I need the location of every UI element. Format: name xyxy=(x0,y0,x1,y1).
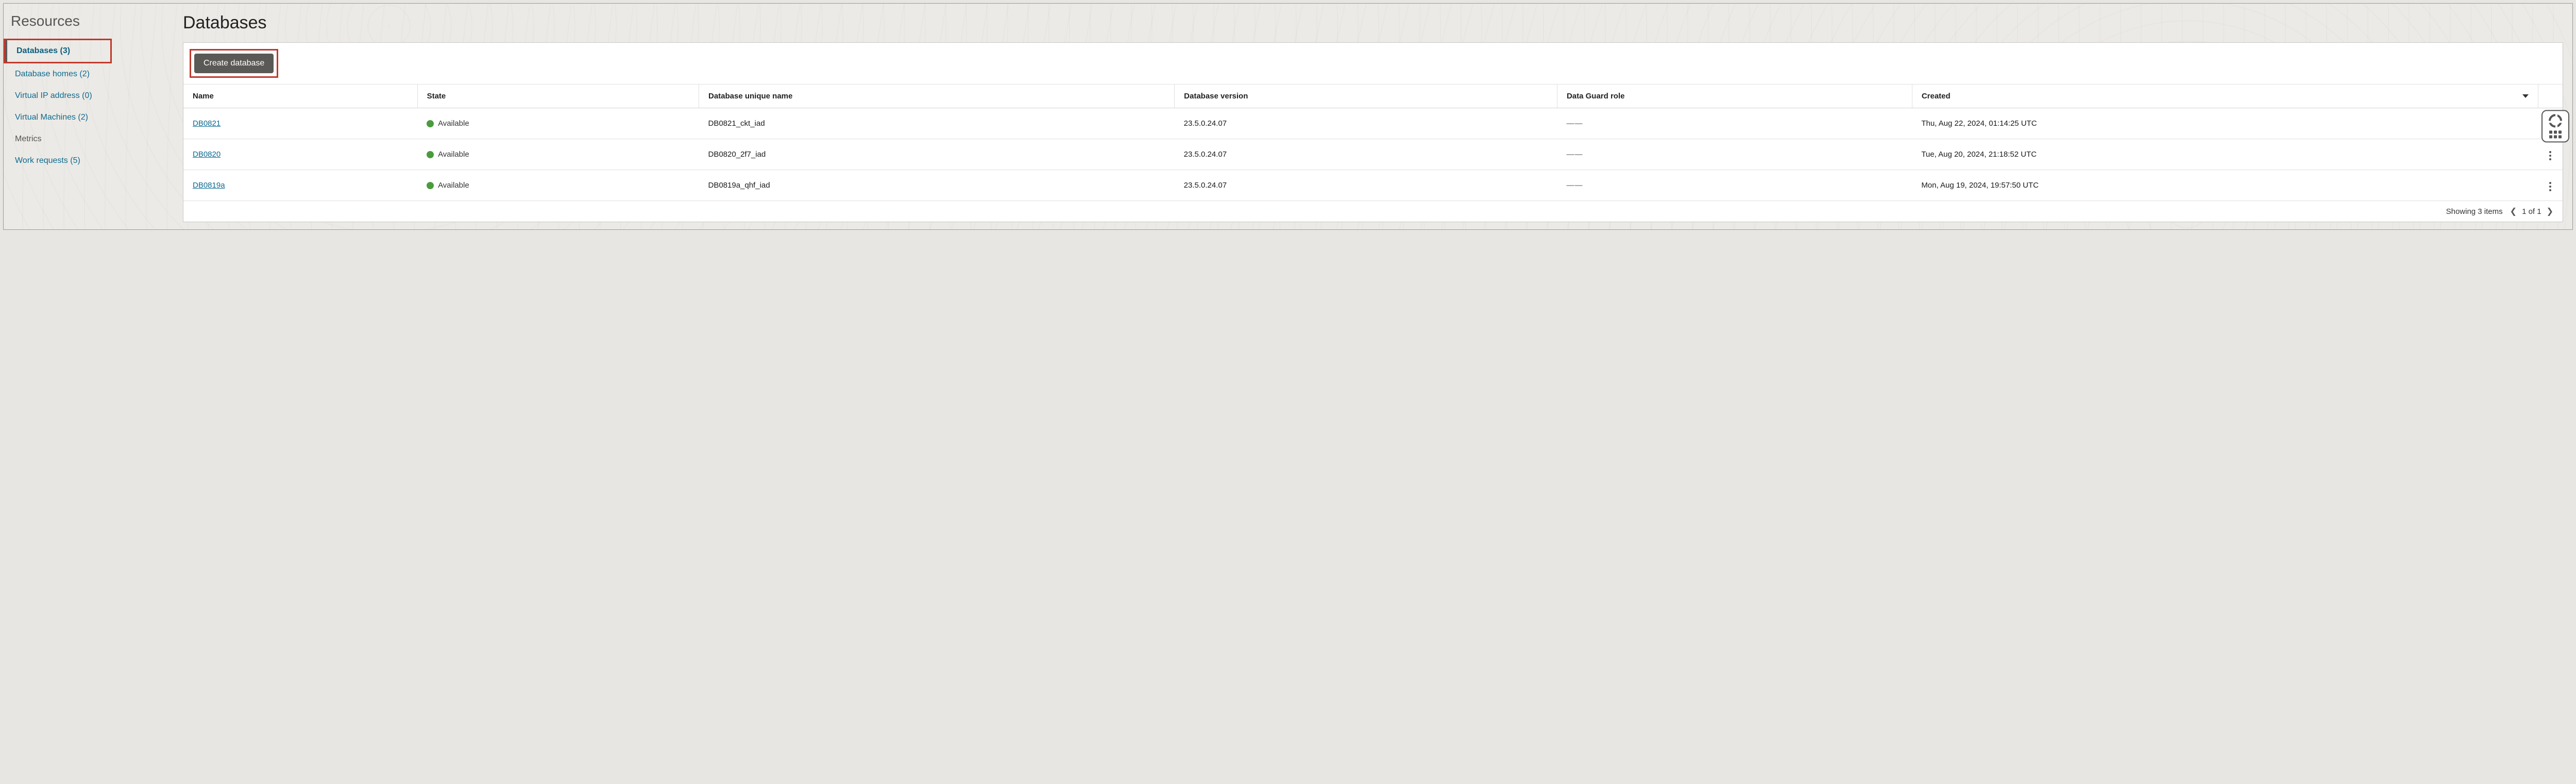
sidebar-item-0[interactable]: Databases (3) xyxy=(5,40,110,62)
apps-grid-icon xyxy=(2549,130,2562,138)
dg-role-cell: —— xyxy=(1557,170,1912,201)
created-cell: Mon, Aug 19, 2024, 19:57:50 UTC xyxy=(1912,170,2538,201)
databases-table: Name State Database unique name Database… xyxy=(183,84,2563,201)
sort-desc-icon xyxy=(2522,94,2529,98)
next-page-button[interactable]: ❯ xyxy=(2547,206,2553,216)
databases-panel: Create database Name State Database uniq… xyxy=(183,42,2563,222)
col-dg-role[interactable]: Data Guard role xyxy=(1557,85,1912,108)
sidebar-item-5[interactable]: Work requests (5) xyxy=(4,150,168,172)
page-title: Databases xyxy=(183,13,2563,33)
state-label: Available xyxy=(438,181,469,190)
col-state[interactable]: State xyxy=(417,85,699,108)
col-created[interactable]: Created xyxy=(1912,85,2538,108)
main-content: Databases Create database Name State Dat… xyxy=(168,4,2572,229)
table-header-row: Name State Database unique name Database… xyxy=(183,85,2563,108)
row-actions-menu-button[interactable] xyxy=(2547,180,2553,193)
sidebar-highlight: Databases (3) xyxy=(4,39,112,63)
status-dot-icon xyxy=(427,151,434,158)
version-cell: 23.5.0.24.07 xyxy=(1175,108,1557,139)
state-label: Available xyxy=(438,150,469,159)
col-version[interactable]: Database version xyxy=(1175,85,1557,108)
version-cell: 23.5.0.24.07 xyxy=(1175,170,1557,201)
col-actions xyxy=(2538,85,2563,108)
database-link[interactable]: DB0820 xyxy=(193,150,221,159)
footer-summary: Showing 3 items xyxy=(2446,207,2503,216)
created-cell: Thu, Aug 22, 2024, 01:14:25 UTC xyxy=(1912,108,2538,139)
sidebar-list: Databases (3)Database homes (2)Virtual I… xyxy=(4,39,168,172)
table-row: DB0820 Available DB0820_2f7_iad23.5.0.24.0… xyxy=(183,139,2563,170)
table-row: DB0821 Available DB0821_ckt_iad23.5.0.24.0… xyxy=(183,108,2563,139)
created-cell: Tue, Aug 20, 2024, 21:18:52 UTC xyxy=(1912,139,2538,170)
resources-sidebar: Resources Databases (3)Database homes (2… xyxy=(4,4,168,229)
pager: ❮ 1 of 1 ❯ xyxy=(2510,206,2553,216)
prev-page-button[interactable]: ❮ xyxy=(2510,206,2517,216)
create-database-button[interactable]: Create database xyxy=(194,54,274,73)
sidebar-item-3[interactable]: Virtual Machines (2) xyxy=(4,107,168,128)
table-footer: Showing 3 items ❮ 1 of 1 ❯ xyxy=(183,201,2563,222)
col-unique-name[interactable]: Database unique name xyxy=(699,85,1174,108)
col-name[interactable]: Name xyxy=(183,85,417,108)
sidebar-item-1[interactable]: Database homes (2) xyxy=(4,63,168,85)
page-indicator: 1 of 1 xyxy=(2522,207,2541,216)
unique-name-cell: DB0821_ckt_iad xyxy=(699,108,1174,139)
dg-role-cell: —— xyxy=(1557,139,1912,170)
status-dot-icon xyxy=(427,182,434,189)
sidebar-item-2[interactable]: Virtual IP address (0) xyxy=(4,85,168,107)
version-cell: 23.5.0.24.07 xyxy=(1175,139,1557,170)
app-frame: Resources Databases (3)Database homes (2… xyxy=(3,3,2573,230)
help-widget[interactable] xyxy=(2541,110,2569,142)
status-dot-icon xyxy=(427,120,434,127)
table-row: DB0819a Available DB0819a_qhf_iad23.5.0.24… xyxy=(183,170,2563,201)
unique-name-cell: DB0819a_qhf_iad xyxy=(699,170,1174,201)
unique-name-cell: DB0820_2f7_iad xyxy=(699,139,1174,170)
col-created-label: Created xyxy=(1922,92,1951,101)
database-link[interactable]: DB0821 xyxy=(193,119,221,128)
support-icon xyxy=(2549,114,2562,127)
create-database-highlight: Create database xyxy=(190,49,278,78)
dg-role-cell: —— xyxy=(1557,108,1912,139)
panel-toolbar: Create database xyxy=(183,43,2563,84)
database-link[interactable]: DB0819a xyxy=(193,181,225,190)
sidebar-item-4[interactable]: Metrics xyxy=(4,128,168,150)
state-label: Available xyxy=(438,119,469,128)
sidebar-title: Resources xyxy=(4,10,168,39)
row-actions-menu-button[interactable] xyxy=(2547,149,2553,162)
